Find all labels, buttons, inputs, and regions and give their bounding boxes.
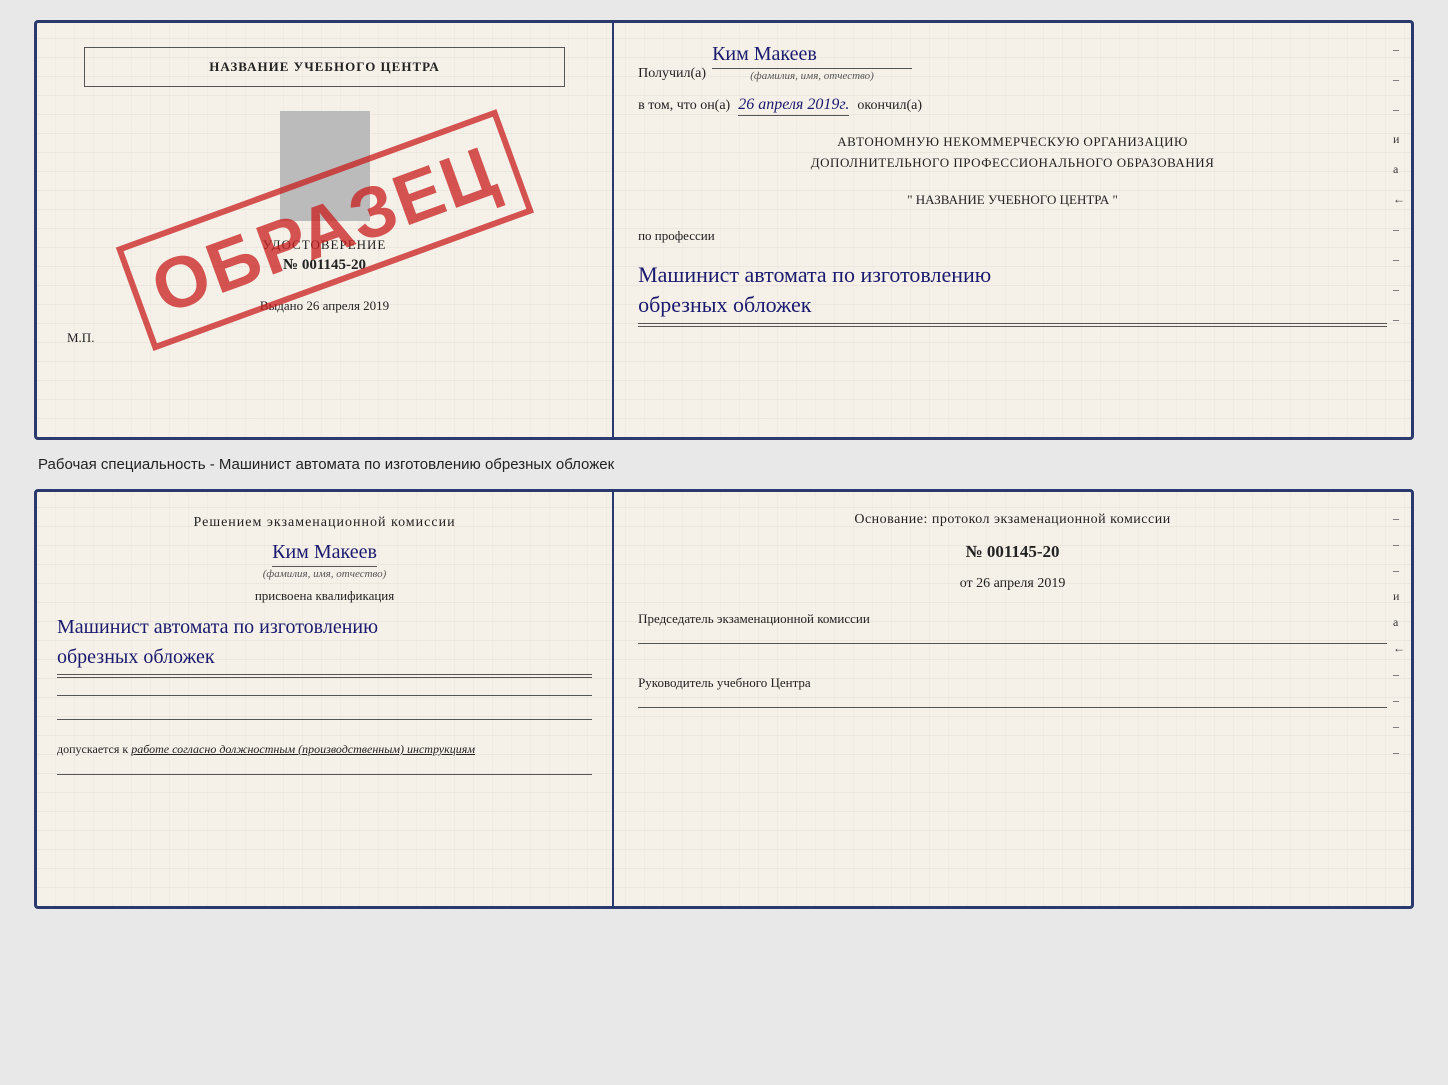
ot-date-line: от 26 апреля 2019 xyxy=(638,576,1387,592)
bottom-document-card: Решением экзаменационной комиссии Ким Ма… xyxy=(34,489,1414,909)
side-dashes-bottom: – – – и а ← – – – – xyxy=(1393,512,1405,758)
vydano-date: 26 апреля 2019 xyxy=(306,298,389,313)
kval-line2: обрезных обложек xyxy=(57,642,592,675)
underline-2 xyxy=(57,716,592,720)
ot-date-value: 26 апреля 2019 xyxy=(976,576,1065,591)
udostoverenie-title: УДОСТОВЕРЕНИЕ xyxy=(263,237,387,253)
top-card-left: НАЗВАНИЕ УЧЕБНОГО ЦЕНТРА УДОСТОВЕРЕНИЕ №… xyxy=(37,23,614,437)
dopuskaetsya-block: допускается к работе согласно должностны… xyxy=(57,742,592,757)
org-name-quotes: " НАЗВАНИЕ УЧЕБНОГО ЦЕНТРА " xyxy=(638,192,1387,208)
top-document-card: НАЗВАНИЕ УЧЕБНОГО ЦЕНТРА УДОСТОВЕРЕНИЕ №… xyxy=(34,20,1414,440)
bottom-fio-name: Ким Макеев xyxy=(272,541,377,567)
ot-prefix: от xyxy=(960,576,973,591)
side-dashes-top: – – – и а ← – – – – xyxy=(1393,43,1405,325)
vydano-prefix: Выдано xyxy=(260,298,303,313)
osnovanie-title: Основание: протокол экзаменационной коми… xyxy=(638,512,1387,528)
kval-line1: Машинист автомата по изготовлению xyxy=(57,612,592,642)
po-professii-label: по профессии xyxy=(638,228,1387,244)
resheniem-title: Решением экзаменационной комиссии xyxy=(57,512,592,533)
rukovoditel-block: Руководитель учебного Центра xyxy=(638,674,1387,712)
photo-placeholder xyxy=(280,111,370,221)
vtom-date: 26 апреля 2019г. xyxy=(738,96,849,116)
bottom-card-right: Основание: протокол экзаменационной коми… xyxy=(614,492,1411,906)
fio-sublabel-top: (фамилия, имя, отчество) xyxy=(712,70,912,82)
dopuskaetsya-prefix: допускается к xyxy=(57,742,128,756)
center-name-top: НАЗВАНИЕ УЧЕБНОГО ЦЕНТРА xyxy=(209,59,440,74)
vydano-line: Выдано 26 апреля 2019 xyxy=(260,298,389,314)
bottom-card-left: Решением экзаменационной комиссии Ким Ма… xyxy=(37,492,614,906)
org-line2: ДОПОЛНИТЕЛЬНОГО ПРОФЕССИОНАЛЬНОГО ОБРАЗО… xyxy=(638,153,1387,174)
predsedatel-signature-line xyxy=(638,640,1387,644)
vtom-line: в том, что он(а) 26 апреля 2019г. окончи… xyxy=(638,96,1387,116)
poluchil-name: Ким Макеев xyxy=(712,43,912,69)
predsedatel-block: Председатель экзаменационной комиссии xyxy=(638,610,1387,648)
vtom-prefix: в том, что он(а) xyxy=(638,98,730,114)
rukovoditel-label: Руководитель учебного Центра xyxy=(638,674,1387,692)
profession-text-line1: Машинист автомата по изготовлению xyxy=(638,260,1387,291)
dopuskaetsya-text: работе согласно должностным (производств… xyxy=(131,742,475,756)
poluchil-prefix: Получил(а) xyxy=(638,66,706,82)
org-block: АВТОНОМНУЮ НЕКОММЕРЧЕСКУЮ ОРГАНИЗАЦИЮ ДО… xyxy=(638,132,1387,174)
okончил-suffix: окончил(а) xyxy=(857,98,922,114)
underline-1 xyxy=(57,692,592,696)
center-name-box: НАЗВАНИЕ УЧЕБНОГО ЦЕНТРА xyxy=(84,47,566,87)
top-card-right: Получил(а) Ким Макеев (фамилия, имя, отч… xyxy=(614,23,1411,437)
rukovoditel-signature-line xyxy=(638,704,1387,708)
doc-number-top: № 001145-20 xyxy=(283,257,366,274)
profession-line1: Машинист автомата по изготовлению обрезн… xyxy=(638,260,1387,328)
bottom-fio-sublabel: (фамилия, имя, отчество) xyxy=(263,568,387,580)
mp-label: М.П. xyxy=(57,330,94,346)
predsedatel-label: Председатель экзаменационной комиссии xyxy=(638,610,1387,628)
underline-3 xyxy=(57,771,592,775)
org-line1: АВТОНОМНУЮ НЕКОММЕРЧЕСКУЮ ОРГАНИЗАЦИЮ xyxy=(638,132,1387,153)
profession-text-line2: обрезных обложек xyxy=(638,290,1387,324)
kval-cursive: Машинист автомата по изготовлению обрезн… xyxy=(57,612,592,678)
prisvoena-label: присвоена квалификация xyxy=(57,588,592,604)
certificate-container: НАЗВАНИЕ УЧЕБНОГО ЦЕНТРА УДОСТОВЕРЕНИЕ №… xyxy=(34,20,1414,909)
poluchil-line: Получил(а) Ким Макеев (фамилия, имя, отч… xyxy=(638,43,1387,82)
proto-number: № 001145-20 xyxy=(638,542,1387,562)
caption-text: Рабочая специальность - Машинист автомат… xyxy=(34,456,614,473)
